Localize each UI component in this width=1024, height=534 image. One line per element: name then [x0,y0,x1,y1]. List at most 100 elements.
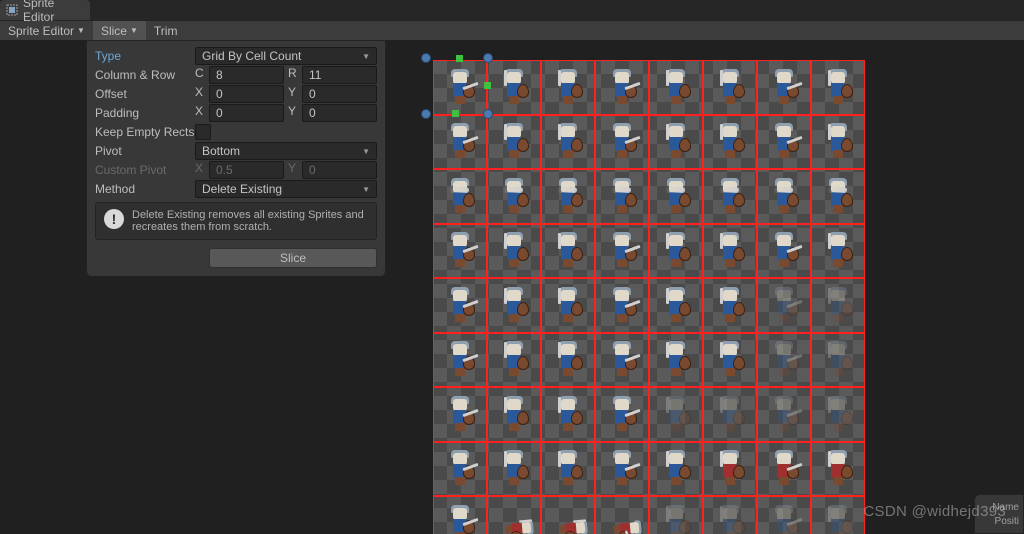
padding-y-field[interactable]: 0 [302,104,377,122]
sprite-cell[interactable] [487,496,541,534]
sprite-cell[interactable] [433,496,487,534]
sprite-cell[interactable] [649,169,703,224]
sprite-cell[interactable] [811,333,865,388]
sprite-cell[interactable] [541,169,595,224]
sprite-cell[interactable] [649,278,703,333]
sprite-cell[interactable] [703,115,757,170]
sprite-frame [658,181,694,223]
editor-viewport[interactable]: Type Grid By Cell Count▼ Column & Row C … [0,40,1024,534]
sprite-cell[interactable] [433,387,487,442]
slice-button[interactable]: Slice [209,248,377,268]
sprite-cell[interactable] [649,60,703,115]
sprite-cell[interactable] [487,442,541,497]
column-field[interactable]: 8 [209,66,284,84]
sprite-cell[interactable] [703,169,757,224]
sprite-cell[interactable] [649,224,703,279]
sprite-cell[interactable] [811,60,865,115]
row-field[interactable]: 11 [302,66,377,84]
sprite-cell[interactable] [649,387,703,442]
sprite-cell[interactable] [649,115,703,170]
sprite-cell[interactable] [649,496,703,534]
sprite-cell[interactable] [595,387,649,442]
sprite-cell[interactable] [757,115,811,170]
sprite-cell[interactable] [487,169,541,224]
sprite-cell[interactable] [703,60,757,115]
sprite-cell[interactable] [433,60,487,115]
sprite-cell[interactable] [595,278,649,333]
sprite-cell[interactable] [541,60,595,115]
sprite-cell[interactable] [487,115,541,170]
sprite-cell[interactable] [595,115,649,170]
sprite-cell[interactable] [811,169,865,224]
sprite-cell[interactable] [433,333,487,388]
sprite-frame [442,508,478,534]
sprite-cell[interactable] [541,115,595,170]
menu-sprite-editor[interactable]: Sprite Editor▼ [0,21,93,40]
sprite-cell[interactable] [595,60,649,115]
sprite-cell[interactable] [487,387,541,442]
sprite-cell[interactable] [811,224,865,279]
sprite-cell[interactable] [487,278,541,333]
resize-handle-bl[interactable] [421,109,431,119]
sprite-cell[interactable] [757,496,811,534]
window-tab[interactable]: Sprite Editor [0,0,90,20]
padding-x-field[interactable]: 0 [209,104,284,122]
sprite-cell[interactable] [811,115,865,170]
sprite-frame [550,399,586,441]
sprite-cell[interactable] [757,442,811,497]
offset-y-field[interactable]: 0 [302,85,377,103]
sprite-cell[interactable] [433,169,487,224]
sprite-cell[interactable] [487,224,541,279]
sprite-cell[interactable] [811,496,865,534]
sprite-cell[interactable] [757,333,811,388]
keep-empty-checkbox[interactable] [195,124,211,140]
sprite-cell[interactable] [811,387,865,442]
sprite-cell[interactable] [595,169,649,224]
sprite-cell[interactable] [433,278,487,333]
sprite-cell[interactable] [595,442,649,497]
sprite-cell[interactable] [595,224,649,279]
sprite-cell[interactable] [433,115,487,170]
sprite-cell[interactable] [541,496,595,534]
sprite-cell[interactable] [757,278,811,333]
sprite-cell[interactable] [703,333,757,388]
sprite-cell[interactable] [541,387,595,442]
offset-x-field[interactable]: 0 [209,85,284,103]
sprite-cell[interactable] [703,278,757,333]
sprite-cell[interactable] [757,60,811,115]
resize-handle-tl[interactable] [421,53,431,63]
sprite-cell[interactable] [595,333,649,388]
menu-trim[interactable]: Trim [146,21,186,40]
sprite-cell[interactable] [541,278,595,333]
sprite-cell[interactable] [703,442,757,497]
sprite-cell[interactable] [541,224,595,279]
sprite-cell[interactable] [433,442,487,497]
sprite-frame [820,181,856,223]
sprite-cell[interactable] [811,442,865,497]
sprite-cell[interactable] [757,387,811,442]
type-dropdown[interactable]: Grid By Cell Count▼ [195,47,377,65]
pivot-dropdown[interactable]: Bottom▼ [195,142,377,160]
sprite-cell[interactable] [703,496,757,534]
sprite-cell[interactable] [703,387,757,442]
sprite-cell[interactable] [433,224,487,279]
sprite-sheet[interactable] [433,60,865,534]
sprite-frame [712,453,748,495]
sprite-cell[interactable] [757,224,811,279]
sprite-cell[interactable] [649,442,703,497]
sprite-cell[interactable] [811,278,865,333]
sprite-cell[interactable] [541,333,595,388]
custom-pivot-y-field: 0 [302,161,377,179]
sprite-cell[interactable] [487,333,541,388]
sprite-cell[interactable] [703,224,757,279]
sprite-cell[interactable] [487,60,541,115]
info-box: ! Delete Existing removes all existing S… [95,202,377,240]
method-dropdown[interactable]: Delete Existing▼ [195,180,377,198]
label-offset: Offset [95,87,195,101]
sprite-cell[interactable] [757,169,811,224]
sprite-cell[interactable] [541,442,595,497]
menu-slice[interactable]: Slice▼ [93,21,146,40]
sprite-cell[interactable] [595,496,649,534]
sprite-cell[interactable] [649,333,703,388]
sprite-frame [820,508,856,534]
